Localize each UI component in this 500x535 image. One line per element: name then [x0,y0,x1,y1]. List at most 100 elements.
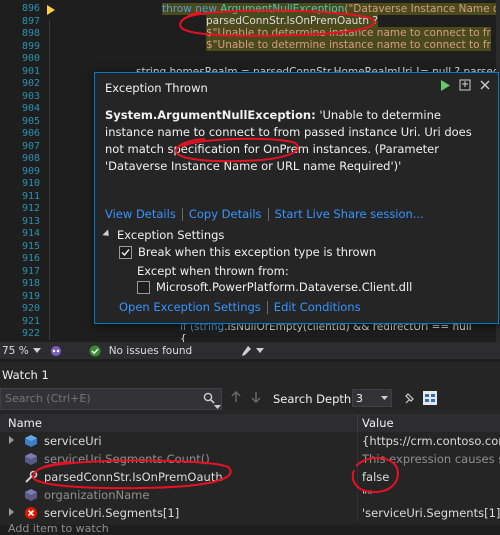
cell-divider [357,468,358,486]
watch-row[interactable]: organizationName "" [0,486,500,504]
object-field-icon [24,488,38,502]
popup-title: Exception Thrown [105,81,208,95]
no-issues-check-icon [89,345,101,357]
line-number: 904 [21,103,40,114]
expand-arrow-icon[interactable] [9,508,14,516]
link-separator [181,207,183,221]
current-statement-arrow-icon [47,5,55,15]
line-number: 914 [21,228,40,239]
popup-settings-links: Open Exception Settings Edit Conditions [119,300,361,314]
search-previous-arrow-icon[interactable] [230,391,242,406]
value-column-header[interactable]: Value [362,416,394,430]
cell-divider [357,504,358,522]
line-number: 906 [21,128,40,139]
line-number: 922 [21,328,40,339]
line-number: 921 [21,315,40,327]
watch-window-title: Watch 1 [2,368,49,382]
link-separator [266,300,268,314]
break-when-thrown-checkbox[interactable] [119,245,132,259]
close-icon[interactable] [478,78,492,92]
continue-icon[interactable] [438,78,452,92]
watch-search-box[interactable] [0,388,222,410]
line-number: 910 [21,178,40,189]
zoom-dropdown-chevron-icon[interactable] [32,347,41,354]
module-exclusion-checkbox-row[interactable]: Microsoft.PowerPlatform.Dataverse.Client… [137,280,412,294]
exception-helper-popup: Exception Thrown System.ArgumentNullExce… [94,72,499,324]
view-details-link[interactable]: View Details [105,207,176,221]
watch-toolbar-icons [402,390,438,410]
watch-row[interactable]: serviceUri.Segments.Count() This express… [0,450,500,468]
pin-icon[interactable] [458,78,472,92]
popup-controls [438,78,492,92]
object-field-icon [24,434,38,448]
collapse-triangle-icon [102,228,112,239]
line-number: 909 [21,165,40,177]
code-line-898: $"Unable to determine instance name to c… [206,27,491,39]
line-number: 899 [21,40,40,52]
code-line-897: parsedConnStr.IsOnPremOauth ? [206,15,378,27]
search-navigation [230,391,262,406]
watch-search-input[interactable] [1,389,189,408]
copy-details-link[interactable]: Copy Details [189,207,262,221]
search-dropdown-chevron-icon[interactable] [214,395,221,414]
watch-row[interactable]: serviceUri {https://crm.contoso.com/ [0,432,500,450]
line-number: 898 [21,28,40,39]
exception-message: System.ArgumentNullException: 'Unable to… [105,107,487,175]
edit-conditions-link[interactable]: Edit Conditions [274,300,361,314]
column-divider[interactable] [357,414,358,432]
editor-status-bar: 75 % No issues found [0,342,500,359]
fold-guide [49,20,50,340]
add-watch-item[interactable]: Add item to watch [8,522,109,535]
line-number: 912 [21,203,40,214]
watch-row[interactable]: parsedConnStr.IsOnPremOauth false [0,468,500,486]
zoom-level[interactable]: 75 % [2,345,29,357]
line-number: 915 [21,240,40,252]
line-number: 918 [21,278,40,289]
watch-grid-header: Name Value [0,414,500,432]
line-number-gutter: 896 897 898 899 900 901 902 903 904 905 906 907 908 9… [0,0,45,342]
code-line-896: throw new ArgumentNullException("Dataver… [162,3,500,15]
code-line-899: $"Unable to determine instance name to c… [206,39,491,51]
line-number: 908 [21,153,40,164]
cell-divider [357,450,358,468]
brush-dropdown-chevron-icon[interactable] [256,347,265,354]
name-column-header[interactable]: Name [8,416,42,430]
copilot-icon[interactable] [49,345,63,357]
search-next-arrow-icon[interactable] [250,391,262,406]
search-depth-label: Search Depth: [273,392,356,406]
except-when-label: Except when thrown from: [137,264,289,278]
line-number: 902 [21,78,40,89]
wrench-property-icon [24,470,38,484]
watch-row[interactable]: serviceUri.Segments[1] 'serviceUri.Segme… [0,504,500,522]
open-exception-settings-link[interactable]: Open Exception Settings [119,300,261,314]
popup-action-links: View Details Copy Details Start Live Sha… [105,207,424,221]
line-number: 916 [21,253,40,264]
line-number: 907 [21,140,40,152]
watch-window: Watch 1 Search Depth: 3 Name Value [0,362,500,535]
line-number: 896 [21,3,40,14]
line-number: 905 [21,115,40,127]
cell-divider [357,486,358,504]
break-when-thrown-checkbox-row[interactable]: Break when this exception type is thrown [119,245,376,259]
exception-type: System.ArgumentNullException: [105,108,316,122]
live-share-link[interactable]: Start Live Share session... [275,207,424,221]
code-line-922: { [180,333,187,342]
search-depth-select[interactable]: 3 [352,389,392,407]
cell-divider [357,432,358,450]
pin-to-source-icon[interactable] [402,390,416,410]
line-number: 920 [21,303,40,314]
method-icon [24,452,38,466]
line-number: 919 [21,290,40,302]
error-icon [24,506,38,520]
view-grid-icon[interactable] [422,390,438,410]
link-separator [267,207,269,221]
line-number: 911 [21,190,40,202]
module-exclusion-checkbox[interactable] [137,280,150,294]
brush-icon[interactable] [240,345,252,357]
exception-settings-header[interactable]: Exception Settings [102,228,224,242]
line-number: 900 [21,53,40,64]
issues-status-text[interactable]: No issues found [109,345,193,357]
line-number: 917 [21,265,40,277]
expand-arrow-icon[interactable] [9,436,14,444]
search-depth-value: 3 [356,391,363,405]
